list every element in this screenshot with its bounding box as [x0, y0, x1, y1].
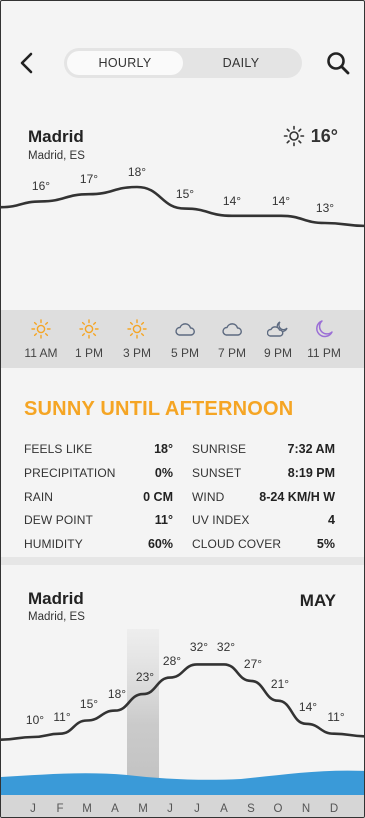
month-label[interactable]: N [302, 803, 310, 815]
stat-label: HUMIDITY [24, 537, 83, 552]
hourly-temp-label: 15° [175, 186, 195, 201]
stat-value: 11° [154, 513, 173, 528]
yearly-temp-label: 21° [270, 676, 290, 691]
stat-value: 5% [316, 537, 335, 552]
back-button[interactable] [15, 49, 41, 77]
current-conditions: 16° [283, 125, 338, 147]
month-label[interactable]: A [220, 803, 228, 815]
hour-label: 7 PM [217, 346, 246, 360]
chevron-left-icon [20, 52, 33, 74]
stat-value: 18° [154, 442, 173, 456]
month-label[interactable]: M [82, 803, 92, 815]
stat-value: 8:19 PM [287, 465, 335, 480]
weather-app: HOURLY DAILY Madrid Madrid, ES 16° 16° 17… [0, 0, 365, 818]
month-label[interactable]: F [56, 803, 63, 815]
top-bar: HOURLY DAILY [1, 45, 364, 81]
stat-label: UV INDEX [192, 513, 250, 528]
section-divider [1, 557, 364, 565]
yearly-temp-label: 28° [162, 653, 182, 668]
hour-item[interactable]: 5 PM [161, 310, 209, 368]
hourly-temp-label: 14° [222, 193, 242, 208]
stat-label: RAIN [24, 489, 54, 504]
month-label[interactable]: J [194, 803, 200, 815]
stat-label: SUNSET [192, 465, 242, 480]
search-button[interactable] [324, 49, 352, 77]
month-label[interactable]: J [30, 803, 36, 815]
hour-label: 3 PM [122, 346, 151, 360]
hour-item[interactable]: 3 PM [113, 310, 161, 368]
month-label[interactable]: M [138, 803, 148, 815]
yearly-temp-label: 27° [243, 656, 263, 671]
yearly-temp-label: 14° [298, 699, 318, 714]
month-label[interactable]: D [330, 803, 338, 815]
hour-label: 11 AM [24, 346, 58, 360]
yearly-temp-label: 32° [216, 640, 236, 655]
stat-value: 0% [154, 465, 173, 480]
stat-label: PRECIPITATION [24, 465, 116, 480]
month-label[interactable]: J [167, 803, 173, 815]
stat-label: DEW POINT [24, 513, 93, 528]
yearly-temp-label: 15° [79, 696, 99, 711]
yearly-temp-label: 11° [327, 709, 345, 724]
selected-month: MAY [299, 591, 336, 610]
stat-value: 8-24 KM/H W [259, 489, 335, 504]
tab-daily[interactable]: DAILY [183, 51, 299, 75]
hourly-temp-label: 14° [271, 193, 291, 208]
hour-label: 1 PM [74, 346, 103, 360]
hour-label: 9 PM [263, 346, 292, 360]
tab-hourly[interactable]: HOURLY [67, 51, 183, 75]
stat-label: SUNRISE [192, 442, 247, 456]
hour-item[interactable]: 7 PM [208, 310, 256, 368]
stat-value: 0 CM [143, 489, 173, 504]
hourly-temp-label: 16° [31, 179, 51, 194]
month-label[interactable]: A [111, 803, 119, 815]
current-temp: 16° [310, 125, 338, 146]
yearly-temp-label: 32° [189, 640, 209, 655]
location-city: Madrid [28, 127, 84, 146]
view-toggle: HOURLY DAILY [64, 48, 302, 78]
hourly-temp-label: 18° [127, 165, 147, 179]
hour-item[interactable]: 9 PM [254, 310, 302, 368]
stat-label: CLOUD COVER [192, 537, 282, 552]
hour-item[interactable]: 11 AM [17, 310, 65, 368]
stat-value: 60% [147, 537, 173, 552]
hourly-temp-label: 17° [79, 172, 99, 187]
stat-label: WIND [192, 489, 225, 504]
sun-icon [283, 125, 305, 147]
yearly-temp-label: 10° [25, 713, 45, 727]
hour-label: 11 PM [307, 346, 341, 360]
location-region: Madrid, ES [28, 150, 85, 162]
yearly-temp-label: 23° [135, 670, 155, 685]
month-label[interactable]: S [247, 803, 255, 815]
month-label[interactable]: O [274, 803, 283, 815]
hour-item[interactable]: 1 PM [65, 310, 113, 368]
stat-value: 4 [328, 513, 335, 528]
rain-band [1, 770, 364, 795]
yearly-location-region: Madrid, ES [28, 611, 85, 623]
search-icon [327, 52, 350, 75]
yearly-location-city: Madrid [28, 589, 84, 608]
hour-label: 5 PM [170, 346, 199, 360]
yearly-temp-label: 11° [53, 709, 71, 724]
summary-title: SUNNY UNTIL AFTERNOON [24, 398, 294, 420]
hour-item[interactable]: 11 PM [300, 310, 348, 368]
yearly-temp-label: 18° [107, 686, 127, 701]
stat-value: 7:32 AM [287, 442, 335, 456]
hourly-forecast-strip: 11 AM 1 PM 3 PM 5 PM 7 PM 9 PM 11 PM [1, 310, 364, 368]
stat-label: FEELS LIKE [24, 442, 93, 456]
hourly-temp-label: 13° [315, 201, 335, 215]
